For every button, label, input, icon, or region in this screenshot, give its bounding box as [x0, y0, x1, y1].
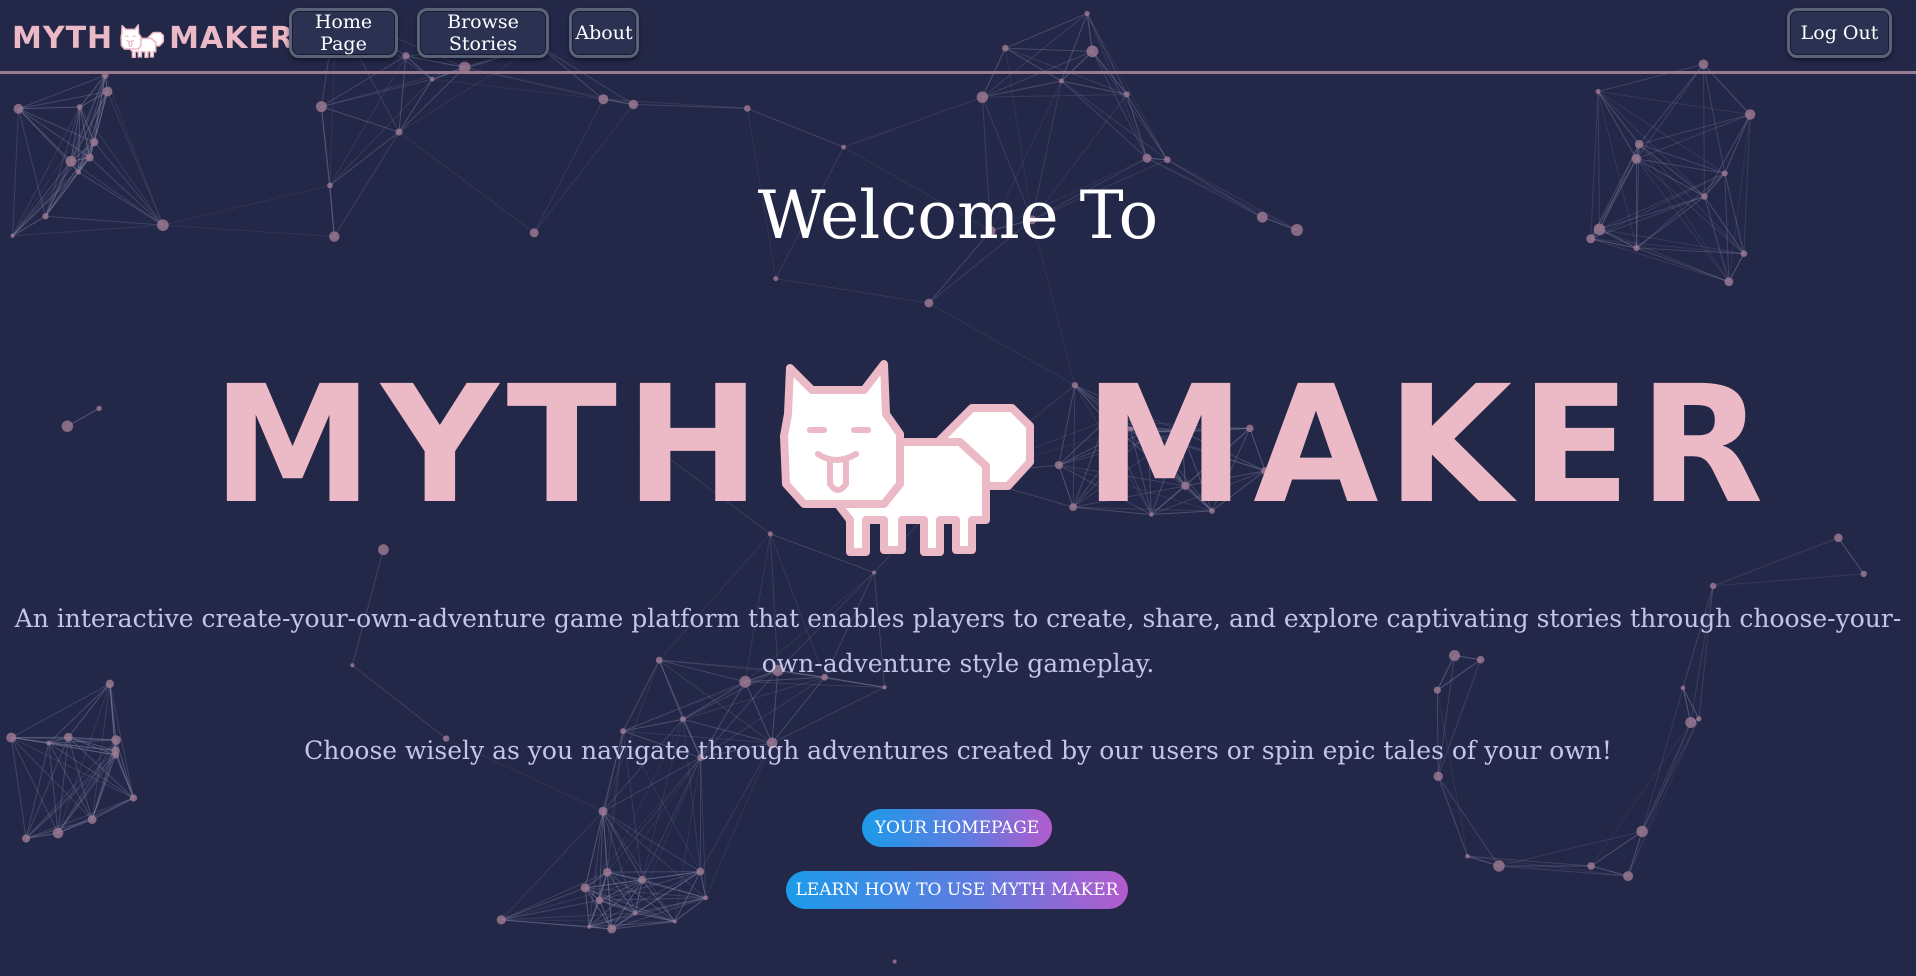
cat-mascot-icon: [780, 360, 1034, 556]
nav-about-button[interactable]: About: [569, 8, 639, 58]
hero-logo-word-myth: MYTH: [212, 352, 769, 540]
your-homepage-button[interactable]: YOUR HOMEPAGE: [862, 809, 1052, 847]
hero-logo: MYTH MAKER: [212, 324, 1764, 556]
brand-word-maker: MAKER: [169, 20, 295, 56]
log-out-button[interactable]: Log Out: [1787, 8, 1892, 58]
nav-home-page-button[interactable]: Home Page: [289, 8, 398, 58]
nav-browse-stories-button[interactable]: Browse Stories: [417, 8, 549, 58]
cat-mascot-icon: [120, 24, 165, 58]
hero-logo-word-maker: MAKER: [1084, 352, 1772, 540]
welcome-heading: Welcome To: [757, 177, 1159, 254]
tagline-text: Choose wisely as you navigate through ad…: [304, 736, 1612, 765]
platform-description: An interactive create-your-own-adventure…: [14, 604, 1902, 678]
brand-word-myth: MYTH: [12, 20, 114, 56]
top-navbar: MYTH MAKER Home Page Browse Stories Abou…: [0, 0, 1916, 74]
learn-how-to-use-button[interactable]: LEARN HOW TO USE MYTH MAKER: [786, 871, 1128, 909]
brand-logo[interactable]: MYTH MAKER: [12, 16, 294, 60]
hero-section: Welcome To MYTH MAKER An interactive cre…: [0, 76, 1916, 976]
